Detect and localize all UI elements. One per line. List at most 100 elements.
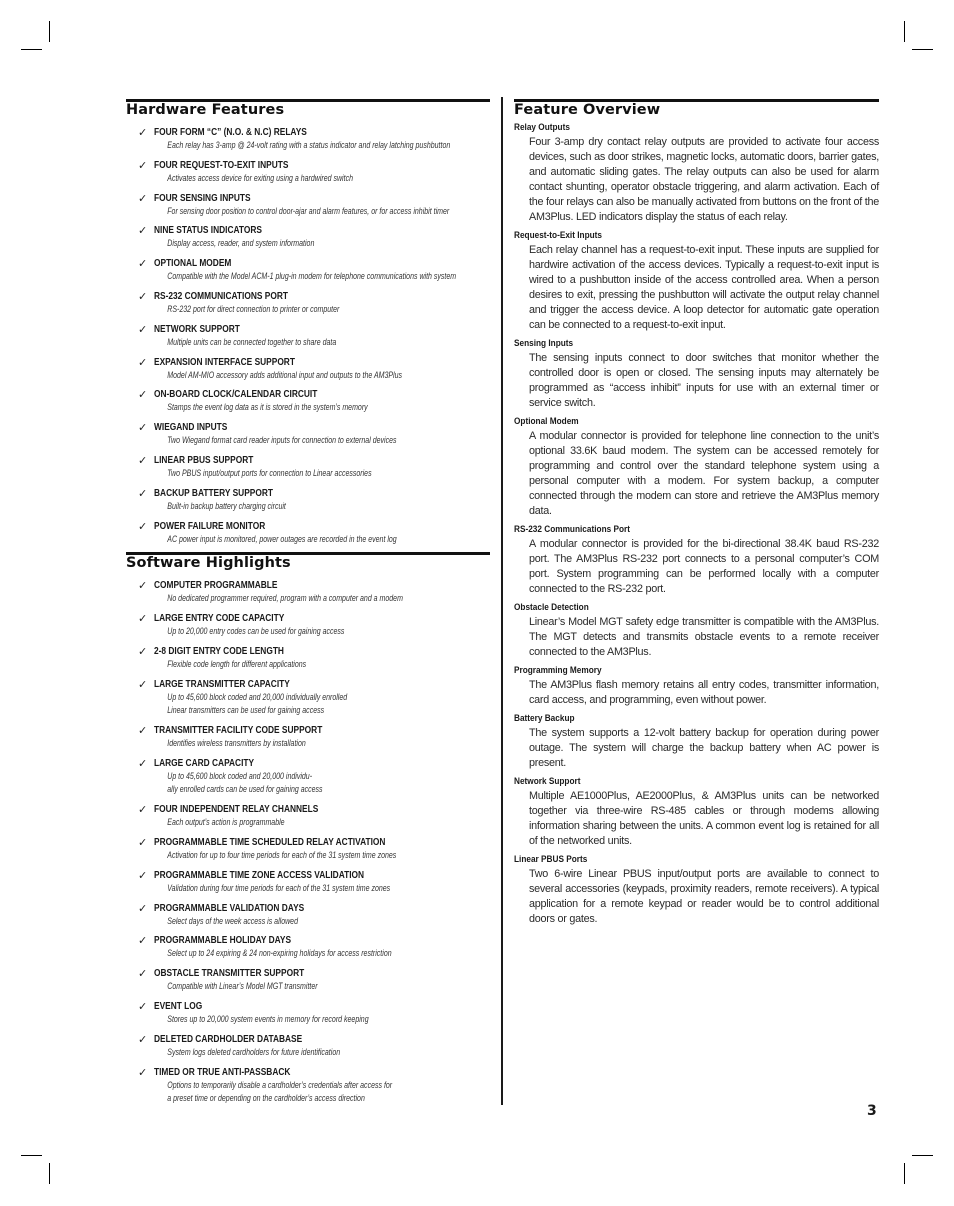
feature-description: Each output’s action is programmable (167, 817, 285, 828)
feature-list-item: ✓ EXPANSION INTERFACE SUPPORT Model AM-MIO… (126, 356, 490, 383)
feature-title: FOUR FORM “C” (N.O. & N.C) RELAYS (154, 127, 307, 138)
overview-block: Request-to-Exit Inputs Each relay channel… (514, 229, 879, 333)
overview-paragraph: Each relay channel has a request-to-exit… (529, 244, 879, 331)
feature-list-item: ✓ DELETED CARDHOLDER DATABASE System logs … (126, 1033, 490, 1060)
overview-paragraph: A modular connector is provided for the … (529, 538, 879, 595)
feature-description: Built-in backup battery charging circuit (167, 500, 286, 511)
overview-subheading: Programming Memory (514, 665, 602, 676)
feature-description: No dedicated programmer required, progra… (167, 593, 403, 604)
feature-title: BACKUP BATTERY SUPPORT (154, 487, 273, 499)
column-divider (501, 97, 503, 1105)
checkmark-icon: ✓ (138, 901, 148, 915)
overview-paragraph: Multiple AE1000Plus, AE2000Plus, & AM3Pl… (529, 790, 879, 847)
feature-list-item: ✓ LARGE TRANSMITTER CAPACITY Up to 45,600 … (126, 678, 490, 718)
feature-list-item: ✓ TIMED OR TRUE ANTI-PASSBACK Options to t… (126, 1066, 490, 1106)
crop-mark-top-left-vertical (49, 21, 51, 42)
checkmark-icon: ✓ (138, 355, 148, 369)
feature-title: OPTIONAL MODEM (154, 258, 232, 270)
overview-subheading: Linear PBUS Ports (514, 854, 588, 865)
feature-list-item: ✓ LINEAR PBUS SUPPORT Two PBUS input/outpu… (126, 454, 490, 481)
feature-description: Multiple units can be connected together… (167, 336, 337, 347)
checkmark-icon: ✓ (138, 644, 148, 658)
hardware-features-section: Hardware Features ✓ FOUR FORM “C” (N.O. &… (126, 99, 490, 546)
checkmark-icon: ✓ (138, 967, 148, 981)
feature-list-item: ✓ COMPUTER PROGRAMMABLE No dedicated progr… (126, 579, 490, 606)
checkmark-icon: ✓ (138, 803, 148, 817)
left-column: Hardware Features ✓ FOUR FORM “C” (N.O. &… (126, 99, 490, 1112)
hardware-features-heading: Hardware Features (126, 99, 490, 119)
page-number: 3 (867, 1103, 877, 1119)
feature-description: Two PBUS input/output ports for connecti… (167, 467, 372, 478)
feature-title: PROGRAMMABLE TIME SCHEDULED RELAY ACTIVA… (154, 836, 386, 848)
feature-list-item: ✓ OPTIONAL MODEM Compatible with the Model… (126, 257, 490, 284)
checkmark-icon: ✓ (138, 519, 148, 533)
checkmark-icon: ✓ (138, 486, 148, 500)
checkmark-icon: ✓ (138, 289, 148, 303)
overview-paragraph: Linear’s Model MGT safety edge transmitt… (529, 616, 879, 658)
feature-list-item: ✓ PROGRAMMABLE HOLIDAY DAYS Select up to 2… (126, 934, 490, 961)
feature-list-item: ✓ ON-BOARD CLOCK/CALENDAR CIRCUIT Stamps t… (126, 388, 490, 415)
crop-mark-top-left-horizontal (21, 49, 42, 51)
feature-title: PROGRAMMABLE HOLIDAY DAYS (154, 935, 292, 947)
checkmark-icon: ✓ (138, 421, 148, 435)
checkmark-icon: ✓ (138, 999, 148, 1013)
overview-subheading: Request-to-Exit Inputs (514, 230, 603, 241)
feature-title: LARGE ENTRY CODE CAPACITY (154, 613, 285, 625)
crop-mark-bottom-right-horizontal (912, 1155, 933, 1157)
software-highlights-list: ✓ COMPUTER PROGRAMMABLE No dedicated progr… (126, 579, 490, 1105)
feature-title: PROGRAMMABLE VALIDATION DAYS (154, 902, 305, 914)
feature-title: LINEAR PBUS SUPPORT (154, 454, 254, 466)
overview-paragraph: The system supports a 12-volt battery ba… (529, 727, 879, 769)
feature-title: TIMED OR TRUE ANTI-PASSBACK (154, 1066, 291, 1078)
checkmark-icon: ✓ (138, 724, 148, 738)
crop-mark-bottom-right-vertical (904, 1163, 906, 1184)
overview-block: Sensing Inputs The sensing inputs connect… (514, 337, 879, 411)
feature-title: POWER FAILURE MONITOR (154, 520, 266, 532)
overview-paragraph: Four 3-amp dry contact relay outputs are… (529, 136, 879, 223)
feature-title: PROGRAMMABLE TIME ZONE ACCESS VALIDATION (154, 869, 365, 881)
feature-list-item: ✓ BACKUP BATTERY SUPPORT Built-in backup b… (126, 487, 490, 514)
feature-title: FOUR REQUEST-TO-EXIT INPUTS (154, 159, 289, 171)
overview-paragraph: The sensing inputs connect to door switc… (529, 352, 879, 409)
feature-description: Model AM-MIO accessory adds additional i… (167, 369, 403, 380)
checkmark-icon: ✓ (138, 934, 148, 948)
feature-list-item: ✓ LARGE CARD CAPACITY Up to 45,600 block c… (126, 757, 490, 797)
feature-description: Up to 45,600 block coded and 20,000 indi… (167, 770, 313, 781)
feature-title: EVENT LOG (154, 1000, 203, 1012)
overview-block: Battery Backup The system supports a 12-v… (514, 712, 879, 771)
overview-block: Programming Memory The AM3Plus flash memo… (514, 664, 879, 708)
crop-mark-top-right-horizontal (912, 49, 933, 51)
feature-list-item: ✓ FOUR REQUEST-TO-EXIT INPUTS Activates ac… (126, 159, 490, 186)
feature-description: Compatible with the Model ACM-1 plug-in … (167, 271, 457, 282)
feature-title: LARGE CARD CAPACITY (154, 757, 255, 769)
checkmark-icon: ✓ (138, 322, 148, 336)
feature-description: Flexible code length for different appli… (167, 658, 307, 669)
checkmark-icon: ✓ (138, 1065, 148, 1079)
feature-description: Up to 20,000 entry codes can be used for… (167, 626, 345, 637)
crop-mark-bottom-left-horizontal (21, 1155, 42, 1157)
crop-mark-top-right-vertical (904, 21, 906, 42)
feature-list-item: ✓ RS-232 COMMUNICATIONS PORT RS-232 port f… (126, 290, 490, 317)
checkmark-icon: ✓ (138, 756, 148, 770)
feature-list-item: ✓ POWER FAILURE MONITOR AC power input is … (126, 520, 490, 547)
feature-description: Activates access device for exiting usin… (167, 172, 353, 183)
feature-list-item: ✓ FOUR INDEPENDENT RELAY CHANNELS Each out… (126, 803, 490, 830)
feature-description: Identifies wireless transmitters by inst… (167, 738, 306, 749)
feature-description: Activation for up to four time periods f… (167, 849, 397, 860)
overview-block: Network Support Multiple AE1000Plus, AE20… (514, 775, 879, 849)
feature-list-item: ✓ NINE STATUS INDICATORS Display access, r… (126, 224, 490, 251)
checkmark-icon: ✓ (138, 612, 148, 626)
feature-list-item: ✓ PROGRAMMABLE TIME ZONE ACCESS VALIDATIO… (126, 869, 490, 896)
feature-description: Select up to 24 expiring & 24 non-expiri… (167, 948, 392, 959)
feature-description: Each relay has 3-amp @ 24-volt rating wi… (167, 140, 451, 150)
feature-title: FOUR SENSING INPUTS (154, 192, 251, 204)
overview-block: Optional Modem A modular connector is pro… (514, 415, 879, 519)
feature-title: ON-BOARD CLOCK/CALENDAR CIRCUIT (154, 389, 318, 401)
feature-description: System logs deleted cardholders for futu… (167, 1046, 341, 1057)
checkmark-icon: ✓ (138, 1032, 148, 1046)
feature-description: Up to 45,600 block coded and 20,000 indi… (167, 691, 348, 702)
feature-list-item: ✓ OBSTACLE TRANSMITTER SUPPORT Compatible … (126, 967, 490, 994)
overview-paragraph: Two 6-wire Linear PBUS input/output port… (529, 868, 879, 925)
feature-description: For sensing door position to control doo… (167, 205, 450, 216)
checkmark-icon: ✓ (138, 388, 148, 402)
